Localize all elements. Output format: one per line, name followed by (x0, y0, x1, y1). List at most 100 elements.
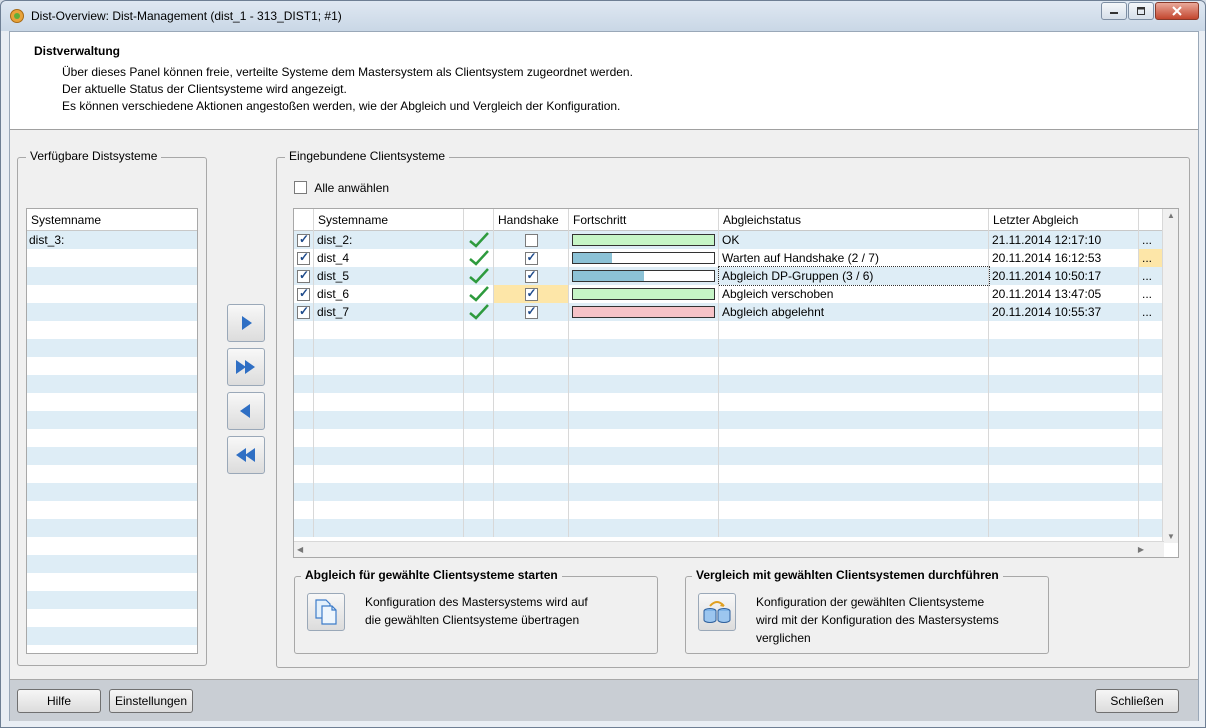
compare-action-description: Konfiguration der gewählten Clientsystem… (756, 593, 999, 647)
app-icon (10, 9, 24, 23)
move-right-button[interactable] (227, 304, 265, 342)
table-cell (719, 519, 989, 537)
column-header-status-icon[interactable] (464, 209, 494, 231)
table-cell (314, 447, 464, 465)
progress-cell (569, 249, 719, 267)
column-header-more[interactable] (1139, 209, 1164, 231)
table-cell (569, 375, 719, 393)
table-row[interactable]: dist_7 Abgleich abgelehnt20.11.2014 10:55… (294, 303, 1164, 321)
row-select-checkbox[interactable] (297, 286, 310, 302)
handshake-checkbox[interactable] (524, 250, 538, 266)
column-header-systemname[interactable]: Systemname (314, 209, 464, 231)
table-cell (719, 465, 989, 483)
handshake-checkbox[interactable] (524, 304, 538, 320)
handshake-checkbox[interactable] (524, 268, 538, 284)
table-cell (314, 393, 464, 411)
description-line: wird mit der Konfiguration des Mastersys… (756, 613, 999, 627)
table-row[interactable]: dist_4 Warten auf Handshake (2 / 7)20.11.… (294, 249, 1164, 267)
close-button[interactable]: Schließen (1095, 689, 1179, 713)
help-button[interactable]: Hilfe (17, 689, 101, 713)
more-button[interactable]: ... (1139, 231, 1164, 249)
handshake-checkbox[interactable] (524, 286, 538, 302)
column-header-fortschritt[interactable]: Fortschritt (569, 209, 719, 231)
table-cell (294, 357, 314, 375)
more-button[interactable]: ... (1139, 249, 1164, 267)
progress-bar (572, 306, 715, 318)
start-sync-button[interactable] (307, 593, 345, 631)
empty-row (27, 447, 197, 465)
table-cell (294, 447, 314, 465)
list-item[interactable]: dist_3: (27, 231, 197, 249)
info-title: Distverwaltung (34, 44, 121, 58)
row-select-checkbox[interactable] (297, 232, 310, 248)
empty-row (27, 285, 197, 303)
empty-row (294, 393, 1164, 411)
double-arrow-left-icon (236, 448, 255, 462)
scroll-right-icon[interactable]: ▶ (1138, 545, 1144, 554)
table-cell (464, 447, 494, 465)
table-cell (989, 429, 1139, 447)
row-select-checkbox[interactable] (297, 250, 310, 266)
minimize-button[interactable] (1101, 2, 1127, 20)
table-cell (989, 501, 1139, 519)
start-compare-button[interactable] (698, 593, 736, 631)
arrow-left-icon (240, 404, 250, 418)
move-all-left-button[interactable] (227, 436, 265, 474)
row-select-cell (294, 249, 314, 267)
table-cell (1139, 483, 1164, 501)
move-left-button[interactable] (227, 392, 265, 430)
abgleichstatus-cell: Abgleich verschoben (719, 285, 989, 303)
progress-fill (573, 307, 714, 317)
letzter-abgleich-cell: 20.11.2014 13:47:05 (989, 285, 1139, 303)
vertical-scrollbar[interactable]: ▲ ▼ (1162, 209, 1178, 543)
compare-databases-icon (703, 601, 731, 623)
column-header-select[interactable] (294, 209, 314, 231)
letzter-abgleich-cell: 20.11.2014 16:12:53 (989, 249, 1139, 267)
empty-row (294, 483, 1164, 501)
row-select-checkbox[interactable] (297, 268, 310, 284)
move-all-right-button[interactable] (227, 348, 265, 386)
window-title: Dist-Overview: Dist-Management (dist_1 -… (31, 9, 342, 23)
info-panel: Distverwaltung Über dieses Panel können … (10, 32, 1198, 130)
horizontal-scrollbar[interactable]: ◀ ▶ (294, 541, 1164, 557)
table-cell (1139, 429, 1164, 447)
status-icon-cell (464, 231, 494, 249)
available-systems-list[interactable]: Systemname dist_3: (26, 208, 198, 654)
maximize-button[interactable] (1128, 2, 1154, 20)
handshake-cell (494, 285, 569, 303)
table-cell (569, 339, 719, 357)
column-header-letzter-abgleich[interactable]: Letzter Abgleich (989, 209, 1139, 231)
empty-row (27, 627, 197, 645)
table-row[interactable]: dist_6 Abgleich verschoben20.11.2014 13:4… (294, 285, 1164, 303)
table-cell (989, 321, 1139, 339)
scroll-left-icon[interactable]: ◀ (297, 545, 303, 554)
more-button[interactable]: ... (1139, 285, 1164, 303)
table-cell (294, 339, 314, 357)
select-all-row[interactable]: Alle anwählen (294, 180, 389, 195)
column-header-handshake[interactable]: Handshake (494, 209, 569, 231)
table-row[interactable]: dist_5 Abgleich DP-Gruppen (3 / 6)20.11.2… (294, 266, 1164, 286)
progress-cell (569, 285, 719, 303)
table-cell (314, 501, 464, 519)
table-cell (314, 483, 464, 501)
close-window-button[interactable] (1155, 2, 1199, 20)
description-line: verglichen (756, 631, 811, 645)
table-cell (989, 411, 1139, 429)
select-all-checkbox[interactable] (294, 181, 307, 195)
table-cell (719, 429, 989, 447)
column-header-abgleichstatus[interactable]: Abgleichstatus (719, 209, 989, 231)
column-header-systemname[interactable]: Systemname (27, 209, 197, 231)
settings-button[interactable]: Einstellungen (109, 689, 193, 713)
more-button[interactable]: ... (1139, 303, 1164, 321)
more-button[interactable]: ... (1139, 267, 1164, 285)
handshake-checkbox[interactable] (524, 234, 538, 248)
sync-action-group: Abgleich für gewählte Clientsysteme star… (294, 568, 658, 654)
row-select-checkbox[interactable] (297, 304, 310, 320)
table-cell (294, 429, 314, 447)
scroll-down-icon[interactable]: ▼ (1167, 532, 1175, 541)
letzter-abgleich-cell: 20.11.2014 10:55:37 (989, 303, 1139, 321)
table-row[interactable]: dist_2: OK21.11.2014 12:17:10... (294, 231, 1164, 249)
row-select-cell (294, 267, 314, 285)
scroll-up-icon[interactable]: ▲ (1167, 211, 1175, 220)
progress-fill (573, 235, 714, 245)
